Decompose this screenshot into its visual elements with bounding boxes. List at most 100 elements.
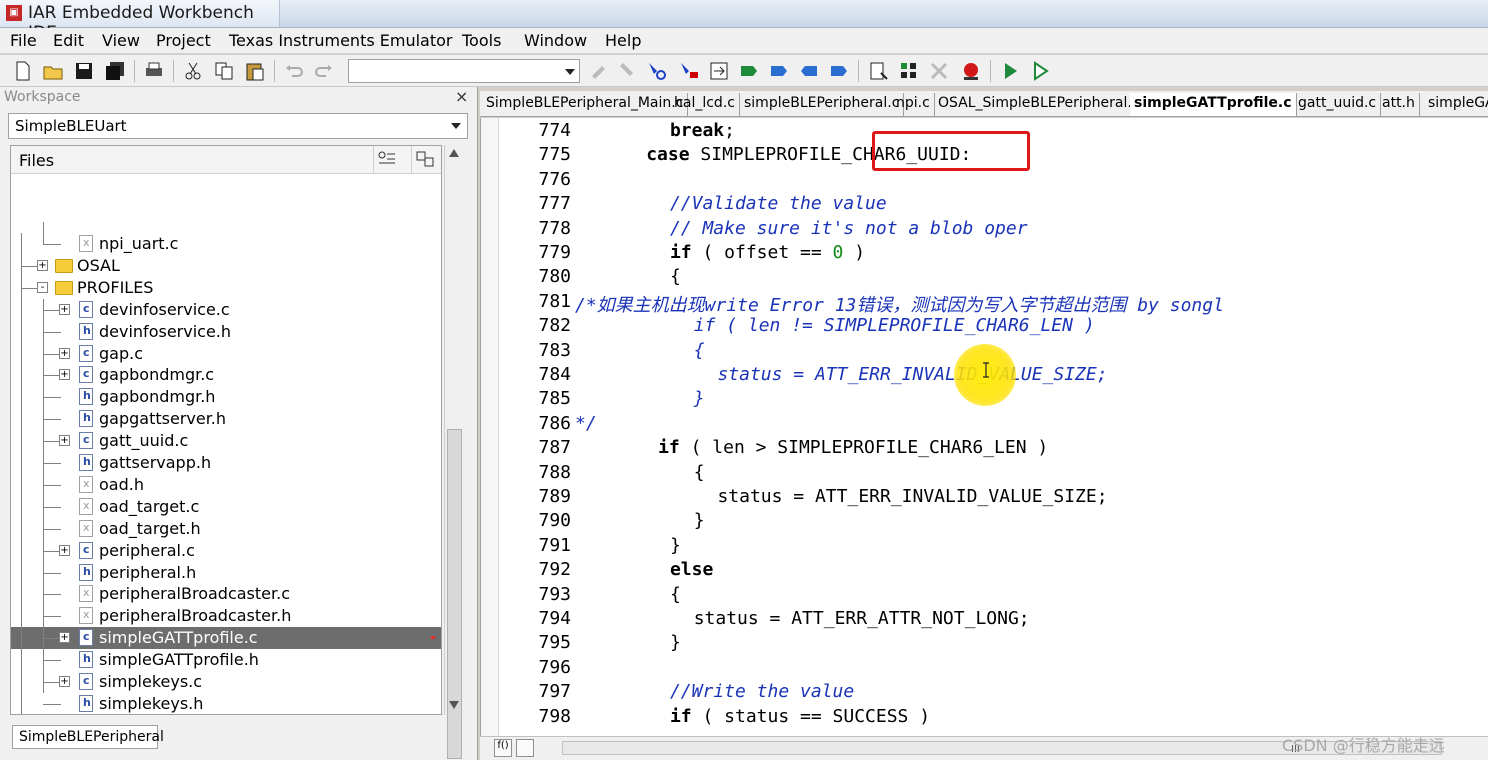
expand-icon[interactable]: + — [59, 347, 70, 359]
stop-build-icon[interactable] — [928, 60, 950, 82]
chevron-down-icon[interactable] — [451, 123, 461, 129]
tree-item[interactable]: + gatt_uuid.c — [11, 430, 441, 452]
chevron-down-icon[interactable] — [565, 69, 575, 75]
editor-tab-active[interactable]: simpleGATTprofile.c — [1130, 93, 1297, 116]
tree-item[interactable]: + devinfoservice.c — [11, 299, 441, 321]
collapse-icon[interactable]: - — [37, 281, 48, 293]
tree-item[interactable]: + simplekeys.c — [11, 671, 441, 693]
editor-tab[interactable]: att.h — [1378, 93, 1420, 116]
editor-tab[interactable]: SimpleBLEPeripheral_Main.c — [482, 93, 689, 116]
tree-item[interactable]: + OSAL — [11, 255, 441, 277]
replace-icon[interactable] — [678, 60, 700, 82]
workspace-config-select[interactable]: SimpleBLEUart — [8, 113, 468, 139]
find-prev-icon[interactable] — [588, 60, 610, 82]
debug-without-download-icon[interactable] — [1030, 60, 1052, 82]
code-line[interactable]: 796 — [481, 657, 1488, 681]
breakpoint-icon[interactable] — [960, 60, 982, 82]
find-next-icon[interactable] — [616, 60, 638, 82]
save-all-icon[interactable] — [104, 60, 126, 82]
paste-icon[interactable] — [244, 60, 266, 82]
save-icon[interactable] — [73, 60, 95, 82]
tree-item[interactable]: gapgattserver.h — [11, 408, 441, 430]
code-line[interactable]: 777 //Validate the value — [481, 193, 1488, 217]
menu-project[interactable]: Project — [156, 31, 211, 50]
code-line[interactable]: 786 */ — [481, 413, 1488, 437]
tree-item[interactable]: gapbondmgr.h — [11, 386, 441, 408]
code-line[interactable]: 776 — [481, 169, 1488, 193]
find-in-files-icon[interactable] — [646, 60, 668, 82]
build-column-icon[interactable] — [415, 150, 435, 168]
workspace-tab[interactable]: SimpleBLEPeripheral — [12, 725, 164, 749]
bookmark-icon[interactable] — [738, 60, 760, 82]
column-divider[interactable] — [373, 146, 374, 174]
menu-help[interactable]: Help — [605, 31, 641, 50]
menu-view[interactable]: View — [102, 31, 140, 50]
code-line[interactable]: 792 else — [481, 559, 1488, 583]
find-combo[interactable] — [348, 59, 580, 83]
options-column-icon[interactable] — [377, 150, 397, 168]
code-line[interactable]: 791} — [481, 535, 1488, 559]
close-icon[interactable]: × — [455, 87, 468, 106]
make-icon[interactable] — [898, 60, 920, 82]
menu-ti-emulator[interactable]: Texas Instruments Emulator — [229, 31, 453, 50]
redo-icon[interactable] — [313, 60, 335, 82]
tree-item[interactable]: oad_target.h — [11, 518, 441, 540]
undo-icon[interactable] — [283, 60, 305, 82]
code-line[interactable]: 787 if ( len > SIMPLEPROFILE_CHAR6_LEN ) — [481, 437, 1488, 461]
menu-file[interactable]: File — [10, 31, 37, 50]
open-folder-icon[interactable] — [42, 60, 64, 82]
copy-icon[interactable] — [213, 60, 235, 82]
tree-item[interactable]: + peripheral.c — [11, 540, 441, 562]
expand-icon[interactable]: + — [59, 632, 70, 644]
goto-icon[interactable] — [708, 60, 730, 82]
menu-edit[interactable]: Edit — [53, 31, 84, 50]
menu-window[interactable]: Window — [524, 31, 587, 50]
column-divider[interactable] — [411, 146, 412, 174]
expand-icon[interactable]: + — [37, 259, 48, 271]
scroll-up-icon[interactable] — [449, 149, 459, 157]
expand-icon[interactable]: + — [59, 676, 70, 687]
code-line[interactable]: 779 if ( offset == 0 ) — [481, 242, 1488, 266]
editor-tab[interactable]: OSAL_SimpleBLEPeripheral.c — [934, 93, 1145, 116]
scroll-down-icon[interactable] — [449, 701, 459, 709]
file-tree-scrollbar[interactable] — [444, 145, 464, 759]
code-line[interactable]: 793 { — [481, 584, 1488, 608]
tree-item[interactable]: devinfoservice.h — [11, 321, 441, 343]
editor-tab[interactable]: npi.c — [892, 93, 935, 116]
expand-icon[interactable]: + — [59, 303, 70, 315]
code-line[interactable]: 780 { — [481, 266, 1488, 290]
tree-item[interactable]: peripheralBroadcaster.h — [11, 605, 441, 627]
navigate-forward-icon[interactable] — [828, 60, 850, 82]
editor-tab[interactable]: simpleBLEPeripheral.c — [740, 93, 905, 116]
code-line[interactable]: 789 status = ATT_ERR_INVALID_VALUE_SIZE; — [481, 486, 1488, 510]
expand-icon[interactable]: + — [59, 435, 70, 447]
tree-item[interactable]: gattservapp.h — [11, 452, 441, 474]
editor-tab[interactable]: gatt_uuid.c — [1294, 93, 1382, 116]
code-line[interactable]: 778 // Make sure it's not a blob oper — [481, 218, 1488, 242]
download-debug-icon[interactable] — [1000, 60, 1022, 82]
tree-item[interactable]: - PROFILES — [11, 277, 441, 299]
tree-item[interactable]: peripheralBroadcaster.c — [11, 583, 441, 605]
tree-item[interactable]: + gapbondmgr.c — [11, 364, 441, 386]
next-bookmark-icon[interactable] — [768, 60, 790, 82]
editor-tab[interactable]: simpleGA — [1424, 93, 1488, 116]
tree-item[interactable]: simplekeys.h — [11, 693, 441, 714]
expand-icon[interactable]: + — [59, 369, 70, 381]
compile-icon[interactable] — [868, 60, 890, 82]
code-line[interactable]: 782 if ( len != SIMPLEPROFILE_CHAR6_LEN ) — [481, 315, 1488, 339]
code-line[interactable]: 794 status = ATT_ERR_ATTR_NOT_LONG; — [481, 608, 1488, 632]
tree-item[interactable]: simpleGATTprofile.h — [11, 649, 441, 671]
tree-item[interactable]: + gap.c — [11, 343, 441, 365]
tree-item[interactable]: peripheral.h — [11, 562, 441, 584]
code-line[interactable]: 795} — [481, 632, 1488, 656]
expand-icon[interactable]: + — [59, 544, 70, 556]
menu-tools[interactable]: Tools — [462, 31, 501, 50]
tree-item[interactable]: oad_target.c — [11, 496, 441, 518]
split-view-button[interactable] — [516, 739, 534, 757]
tree-item[interactable]: npi_uart.c — [11, 233, 441, 255]
code-editor[interactable]: 774 break; 775 case SIMPLEPROFILE_CHAR6_UUI… — [480, 118, 1488, 736]
tree-item[interactable]: oad.h — [11, 474, 441, 496]
scrollbar-thumb[interactable] — [447, 429, 462, 759]
tree-item[interactable]: + simpleGATTprofile.c — [11, 627, 441, 650]
new-file-icon[interactable] — [12, 60, 34, 82]
